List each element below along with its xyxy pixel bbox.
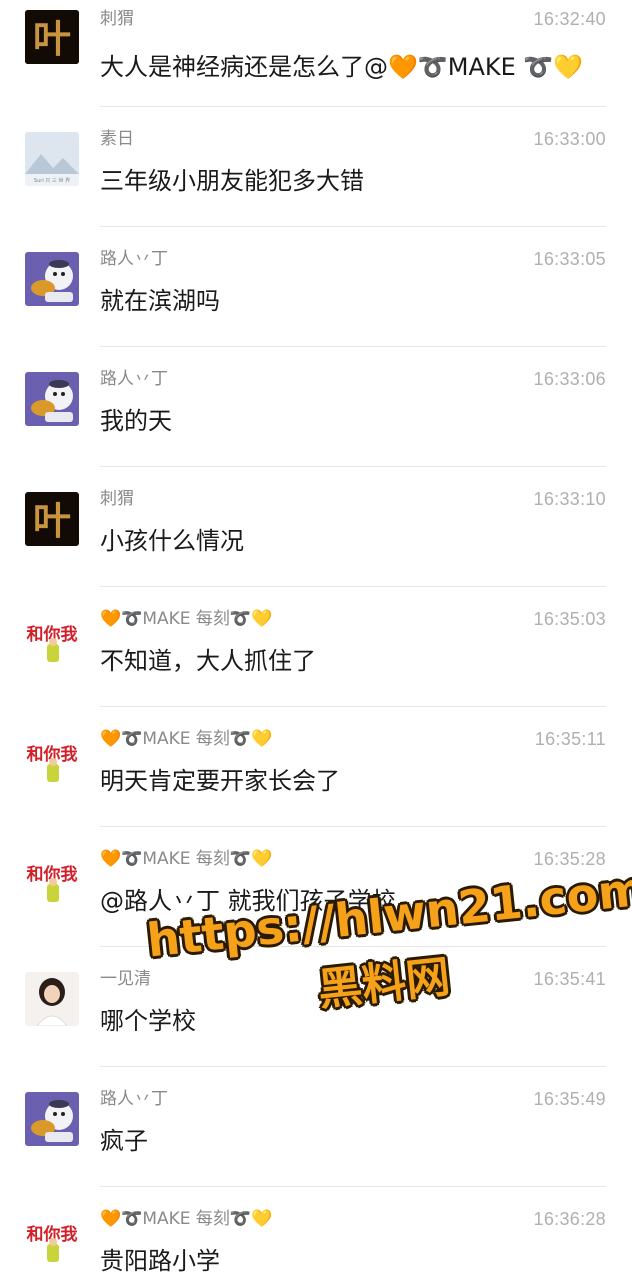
message-time: 16:33:06 xyxy=(533,369,606,389)
message-text: 就在滨湖吗 xyxy=(100,287,220,315)
divider xyxy=(100,586,606,587)
sender-name: 路人丷丁 xyxy=(100,249,168,269)
message-time: 16:36:28 xyxy=(533,1209,606,1229)
avatar[interactable]: 和你我 xyxy=(25,732,79,786)
divider xyxy=(100,1066,606,1067)
avatar[interactable] xyxy=(25,372,79,426)
avatar[interactable] xyxy=(25,1092,79,1146)
divider xyxy=(100,826,606,827)
chat-message[interactable]: 和你我 🧡➰MAKE 每刻➰💛 16:36:28 贵阳路小学 xyxy=(0,1200,632,1280)
message-time: 16:35:41 xyxy=(533,969,606,989)
message-text: 不知道，大人抓住了 xyxy=(100,647,316,675)
divider xyxy=(100,226,606,227)
avatar[interactable]: 和你我 xyxy=(25,852,79,906)
chat-message[interactable]: 和你我 🧡➰MAKE 每刻➰💛 16:35:28 @路人丷丁 就我们孩子学校 xyxy=(0,840,632,960)
sender-name: 🧡➰MAKE 每刻➰💛 xyxy=(100,729,273,749)
chat-message[interactable]: 一见清 16:35:41 哪个学校 xyxy=(0,960,632,1080)
avatar[interactable] xyxy=(25,252,79,306)
chat-message[interactable]: Suri 只 三 世 界 素日 16:33:00 三年级小朋友能犯多大错 xyxy=(0,120,632,240)
message-time: 16:35:28 xyxy=(533,849,606,869)
message-time: 16:35:49 xyxy=(533,1089,606,1109)
message-text: 贵阳路小学 xyxy=(100,1247,220,1275)
message-time: 16:32:40 xyxy=(533,9,606,29)
message-text: 三年级小朋友能犯多大错 xyxy=(100,167,364,195)
chat-history-list: 叶 刺猬 16:32:40 大人是神经病还是怎么了@🧡➰MAKE ➰💛 Suri… xyxy=(0,0,632,1280)
sender-name: 🧡➰MAKE 每刻➰💛 xyxy=(100,609,273,629)
avatar[interactable]: 叶 xyxy=(25,492,79,546)
message-text: 疯子 xyxy=(100,1127,148,1155)
sender-name: 刺猬 xyxy=(100,9,134,29)
sender-name: 刺猬 xyxy=(100,489,134,509)
svg-text:叶: 叶 xyxy=(33,16,71,61)
chat-message[interactable]: 和你我 🧡➰MAKE 每刻➰💛 16:35:03 不知道，大人抓住了 xyxy=(0,600,632,720)
avatar[interactable] xyxy=(25,972,79,1026)
sender-name: 🧡➰MAKE 每刻➰💛 xyxy=(100,849,273,869)
message-text: 小孩什么情况 xyxy=(100,527,244,555)
chat-message[interactable]: 路人丷丁 16:33:06 我的天 xyxy=(0,360,632,480)
chat-message[interactable]: 叶 刺猬 16:32:40 大人是神经病还是怎么了@🧡➰MAKE ➰💛 xyxy=(0,0,632,120)
chat-message[interactable]: 路人丷丁 16:35:49 疯子 xyxy=(0,1080,632,1200)
divider xyxy=(100,706,606,707)
svg-text:Suri 只 三 世 界: Suri 只 三 世 界 xyxy=(34,177,70,184)
chat-message[interactable]: 叶 刺猬 16:33:10 小孩什么情况 xyxy=(0,480,632,600)
sender-name: 🧡➰MAKE 每刻➰💛 xyxy=(100,1209,273,1229)
message-time: 16:35:11 xyxy=(534,729,606,749)
sender-name: 路人丷丁 xyxy=(100,1089,168,1109)
divider xyxy=(100,106,606,107)
svg-text:叶: 叶 xyxy=(33,498,71,543)
avatar[interactable]: Suri 只 三 世 界 xyxy=(25,132,79,186)
message-text: 我的天 xyxy=(100,407,172,435)
message-time: 16:33:00 xyxy=(533,129,606,149)
sender-name: 素日 xyxy=(100,129,134,149)
message-text: 大人是神经病还是怎么了@🧡➰MAKE ➰💛 xyxy=(100,53,584,81)
divider xyxy=(100,1186,606,1187)
divider xyxy=(100,346,606,347)
avatar[interactable]: 和你我 xyxy=(25,612,79,666)
message-time: 16:33:05 xyxy=(533,249,606,269)
avatar[interactable]: 叶 xyxy=(25,10,79,64)
message-text: @路人丷丁 就我们孩子学校 xyxy=(100,887,396,915)
divider xyxy=(100,946,606,947)
chat-message[interactable]: 路人丷丁 16:33:05 就在滨湖吗 xyxy=(0,240,632,360)
chat-message[interactable]: 和你我 🧡➰MAKE 每刻➰💛 16:35:11 明天肯定要开家长会了 xyxy=(0,720,632,840)
message-time: 16:33:10 xyxy=(533,489,606,509)
avatar[interactable]: 和你我 xyxy=(25,1212,79,1266)
divider xyxy=(100,466,606,467)
message-text: 哪个学校 xyxy=(100,1007,196,1035)
message-time: 16:35:03 xyxy=(533,609,606,629)
message-text: 明天肯定要开家长会了 xyxy=(100,767,340,795)
sender-name: 一见清 xyxy=(100,969,151,989)
sender-name: 路人丷丁 xyxy=(100,369,168,389)
